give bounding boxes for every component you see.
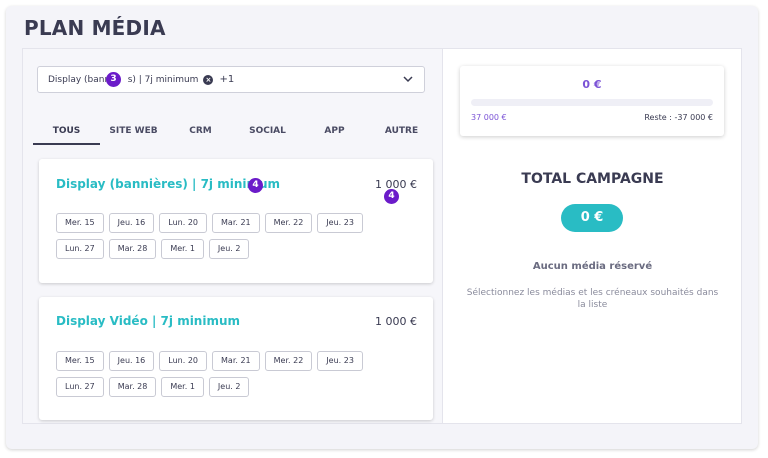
step-badge: 3 xyxy=(106,72,121,87)
slot-button[interactable]: Mar. 21 xyxy=(212,213,260,233)
slot-button[interactable]: Lun. 27 xyxy=(56,239,104,259)
tab-tous[interactable]: TOUS xyxy=(33,119,100,145)
slot-button[interactable]: Mer. 15 xyxy=(56,213,104,233)
media-card-title[interactable]: Display (bannières) | 7j minimum xyxy=(56,177,280,191)
slot-button[interactable]: Mer. 1 xyxy=(161,377,204,397)
budget-progress-bar xyxy=(471,99,713,106)
campaign-summary-pane: 0 € 37 000 € Reste : -37 000 € TOTAL CAM… xyxy=(444,49,741,423)
budget-remaining: Reste : -37 000 € xyxy=(644,113,713,122)
total-campaign-value: 0 € xyxy=(561,204,623,232)
tab-social[interactable]: SOCIAL xyxy=(234,119,301,145)
media-tabs: TOUS SITE WEB CRM SOCIAL APP AUTRE xyxy=(33,119,435,145)
slot-button[interactable]: Jeu. 2 xyxy=(208,377,250,397)
plan-media-container: PLAN MÉDIA Display (banni s) | 7j minimum… xyxy=(6,6,758,449)
slot-button[interactable]: Mer. 1 xyxy=(161,239,204,259)
slot-button[interactable]: Mar. 28 xyxy=(108,239,157,259)
budget-card: 0 € 37 000 € Reste : -37 000 € xyxy=(460,66,724,136)
slot-button[interactable]: Mer. 15 xyxy=(56,351,104,371)
media-card-price: 1 000 € xyxy=(375,315,417,328)
total-campaign-title: TOTAL CAMPAGNE xyxy=(521,171,664,187)
step-badge: 4 xyxy=(384,189,399,204)
slot-button[interactable]: Mar. 21 xyxy=(212,351,260,371)
page-title: PLAN MÉDIA xyxy=(24,16,166,40)
slot-button[interactable]: Jeu. 16 xyxy=(108,213,155,233)
tab-site-web[interactable]: SITE WEB xyxy=(100,119,167,145)
slot-button[interactable]: Mer. 22 xyxy=(264,351,313,371)
tab-app[interactable]: APP xyxy=(301,119,368,145)
slot-button[interactable]: Jeu. 23 xyxy=(317,351,363,371)
tab-crm[interactable]: CRM xyxy=(167,119,234,145)
slot-button[interactable]: Jeu. 16 xyxy=(108,351,155,371)
more-count: +1 xyxy=(219,74,235,85)
media-list-pane: Display (banni s) | 7j minimum × +1 3 TOU… xyxy=(23,49,443,423)
budget-total: 37 000 € xyxy=(471,113,507,122)
slot-button[interactable]: Lun. 20 xyxy=(159,213,208,233)
slot-list: Mer. 15 Jeu. 16 Lun. 20 Mar. 21 Mer. 22 … xyxy=(56,351,376,403)
chevron-down-icon[interactable] xyxy=(402,73,414,85)
step-badge: 4 xyxy=(248,178,263,193)
slot-button[interactable]: Lun. 27 xyxy=(56,377,104,397)
empty-state-title: Aucun média réservé xyxy=(532,261,653,272)
media-card-price: 1 000 € xyxy=(375,178,417,191)
selected-chip: Display (banni s) | 7j minimum xyxy=(48,74,199,85)
slot-button[interactable]: Mar. 28 xyxy=(108,377,157,397)
slot-button[interactable]: Lun. 20 xyxy=(159,351,208,371)
remove-chip-icon[interactable]: × xyxy=(203,74,214,85)
tab-autre[interactable]: AUTRE xyxy=(368,119,435,145)
slot-button[interactable]: Jeu. 23 xyxy=(317,213,363,233)
main-panel: Display (banni s) | 7j minimum × +1 3 TOU… xyxy=(22,48,742,424)
media-filter-select[interactable]: Display (banni s) | 7j minimum × +1 3 xyxy=(37,66,425,93)
empty-state-text: Sélectionnez les médias et les créneaux … xyxy=(466,288,719,310)
media-card-display-bannieres: Display (bannières) | 7j minimum 4 1 000… xyxy=(39,159,433,283)
slot-list: Mer. 15 Jeu. 16 Lun. 20 Mar. 21 Mer. 22 … xyxy=(56,213,376,265)
media-card-display-video: Display Vidéo | 7j minimum 1 000 € Mer. … xyxy=(39,297,433,420)
slot-button[interactable]: Mer. 22 xyxy=(264,213,313,233)
media-card-title[interactable]: Display Vidéo | 7j minimum xyxy=(56,314,240,328)
budget-amount: 0 € xyxy=(582,78,602,91)
slot-button[interactable]: Jeu. 2 xyxy=(208,239,250,259)
